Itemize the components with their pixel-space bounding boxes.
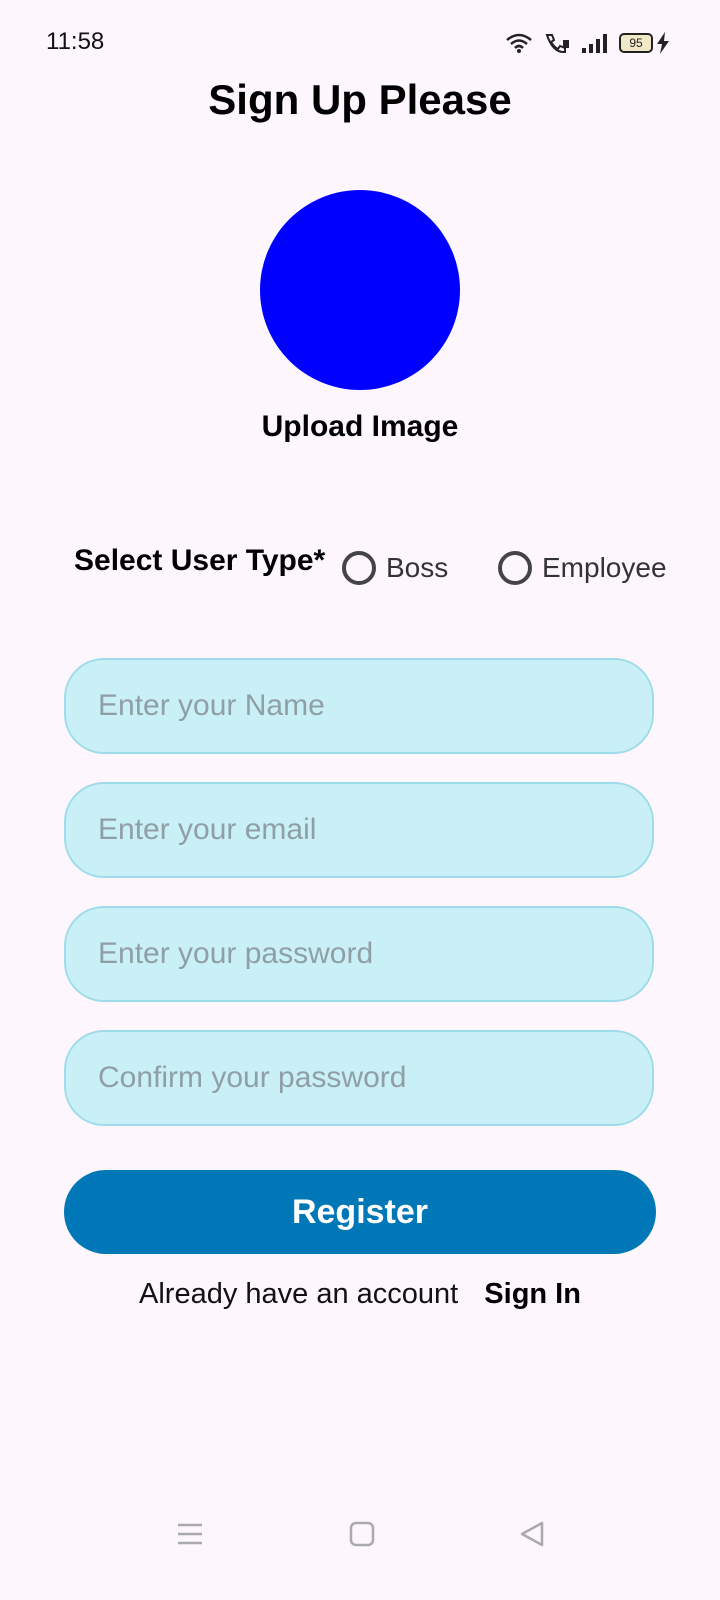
status-bar: 11:58 95	[0, 0, 720, 88]
radio-circle-icon[interactable]	[498, 551, 532, 585]
menu-icon[interactable]	[176, 1520, 204, 1553]
signin-prompt: Already have an account	[139, 1278, 459, 1310]
signal-icon	[581, 32, 609, 54]
battery-level: 95	[619, 33, 653, 53]
name-input[interactable]	[64, 658, 654, 754]
radio-boss[interactable]: Boss	[342, 546, 448, 590]
back-icon[interactable]	[518, 1520, 546, 1553]
radio-employee[interactable]: Employee	[498, 546, 667, 590]
register-button[interactable]: Register	[64, 1170, 656, 1254]
page-title: Sign Up Please	[208, 76, 512, 123]
wifi-icon	[505, 32, 533, 54]
email-input[interactable]	[64, 782, 654, 878]
call-icon	[543, 32, 571, 54]
signin-link[interactable]: Sign In	[484, 1278, 581, 1310]
charging-icon	[656, 32, 670, 54]
confirm-password-input[interactable]	[64, 1030, 654, 1126]
avatar-upload[interactable]	[260, 190, 460, 390]
signin-row: Already have an account Sign In	[0, 1278, 720, 1311]
battery-icon: 95	[619, 32, 670, 54]
radio-boss-label: Boss	[386, 552, 449, 583]
user-type-label: Select User Type*	[74, 544, 326, 577]
status-time: 11:58	[46, 28, 105, 55]
system-nav-bar	[0, 1490, 720, 1600]
radio-circle-icon[interactable]	[342, 551, 376, 585]
home-icon[interactable]	[348, 1520, 376, 1553]
radio-employee-label: Employee	[542, 552, 667, 583]
upload-image-label[interactable]: Upload Image	[0, 410, 720, 444]
password-input[interactable]	[64, 906, 654, 1002]
status-icons: 95	[505, 30, 670, 56]
